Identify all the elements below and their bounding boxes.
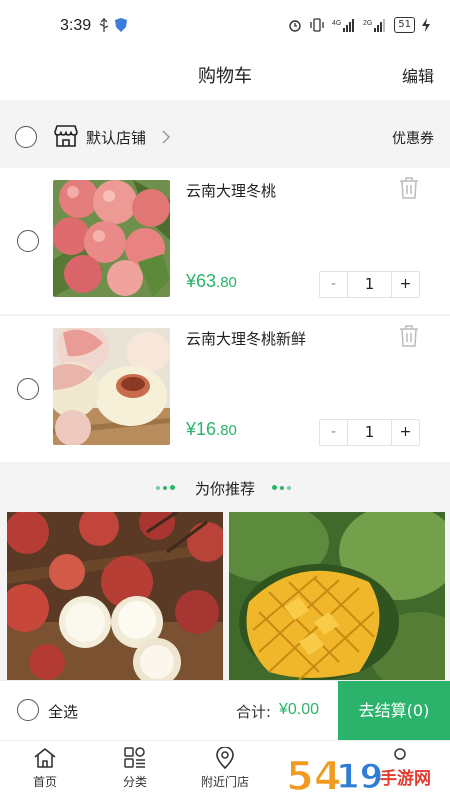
usb-icon	[99, 18, 109, 32]
checkout-button[interactable]: 去结算(0)	[338, 681, 450, 741]
chevron-right-icon[interactable]	[161, 129, 171, 145]
store-bar: 默认店铺 优惠券	[0, 110, 450, 166]
svg-text:手游网: 手游网	[380, 768, 431, 789]
increase-button[interactable]: +	[392, 272, 419, 297]
total-label: 合计:	[236, 703, 272, 721]
trash-icon[interactable]	[399, 325, 419, 347]
alarm-icon	[289, 20, 301, 32]
svg-text:54: 54	[286, 754, 342, 798]
product-title[interactable]: 云南大理冬桃新鲜	[186, 328, 306, 349]
select-all-radio[interactable]	[17, 699, 39, 721]
item-select-radio[interactable]	[17, 378, 39, 400]
product-image-peach[interactable]	[53, 180, 170, 297]
tab-nearby-store[interactable]: 附近门店	[190, 747, 260, 790]
recommend-product-lychee[interactable]	[7, 512, 223, 684]
svg-text:4G: 4G	[332, 20, 341, 27]
trash-icon[interactable]	[399, 177, 419, 199]
tab-home[interactable]: 首页	[10, 747, 80, 790]
vibrate-icon	[310, 18, 324, 32]
decrease-button[interactable]: -	[320, 420, 347, 445]
tab-category[interactable]: 分类	[100, 747, 170, 790]
cart-item: 云南大理冬桃新鲜 ¥16.80 - 1 +	[0, 316, 450, 462]
page-title: 购物车	[198, 66, 252, 87]
decrease-button[interactable]: -	[320, 272, 347, 297]
quantity-stepper: - 1 +	[319, 419, 420, 446]
total-value: ¥0.00	[279, 701, 320, 718]
product-price: ¥63.80	[186, 271, 237, 291]
recommend-title: 为你推荐	[194, 480, 255, 498]
store-icon	[54, 125, 78, 147]
store-select-radio[interactable]	[15, 126, 37, 148]
tab-label: 附近门店	[200, 775, 249, 789]
bottom-tabbar: 首页 分类 附近门店 54 19 手游网	[0, 740, 450, 800]
category-icon	[124, 747, 145, 768]
coupon-button[interactable]: 优惠券	[392, 128, 434, 148]
recommend-header: 为你推荐	[0, 466, 450, 508]
select-all-label[interactable]: 全选	[48, 701, 78, 722]
quantity-stepper: - 1 +	[319, 271, 420, 298]
decor-dots-icon	[272, 485, 291, 490]
store-name[interactable]: 默认店铺	[86, 127, 146, 148]
signal-2g-icon: 2G	[363, 19, 386, 32]
location-icon	[216, 747, 234, 769]
shield-icon	[115, 18, 127, 32]
edit-button[interactable]: 编辑	[402, 63, 434, 87]
tab-label: 分类	[122, 775, 147, 789]
quantity-value[interactable]: 1	[347, 420, 392, 445]
tab-label: 首页	[32, 775, 57, 789]
increase-button[interactable]: +	[392, 420, 419, 445]
product-title[interactable]: 云南大理冬桃	[186, 180, 276, 201]
signal-4g-icon: 4G	[332, 19, 355, 32]
svg-text:2G: 2G	[363, 20, 372, 27]
status-bar: 3:39 4G 2G 51	[0, 0, 450, 52]
product-price: ¥16.80	[186, 419, 237, 439]
svg-text:19: 19	[336, 757, 383, 797]
home-icon	[34, 748, 56, 768]
recommend-product-mango[interactable]	[229, 512, 445, 684]
charging-icon	[422, 18, 430, 32]
product-image-peach-sliced[interactable]	[53, 328, 170, 445]
cart-item: 云南大理冬桃 ¥63.80 - 1 +	[0, 168, 450, 314]
header: 购物车 编辑	[0, 52, 450, 100]
battery-indicator: 51	[394, 17, 415, 33]
item-select-radio[interactable]	[17, 230, 39, 252]
quantity-value[interactable]: 1	[347, 272, 392, 297]
checkout-bar: 全选 合计: ¥0.00 去结算(0)	[0, 680, 450, 741]
status-time: 3:39	[60, 17, 92, 34]
watermark-logo: 54 19 手游网	[285, 753, 431, 798]
